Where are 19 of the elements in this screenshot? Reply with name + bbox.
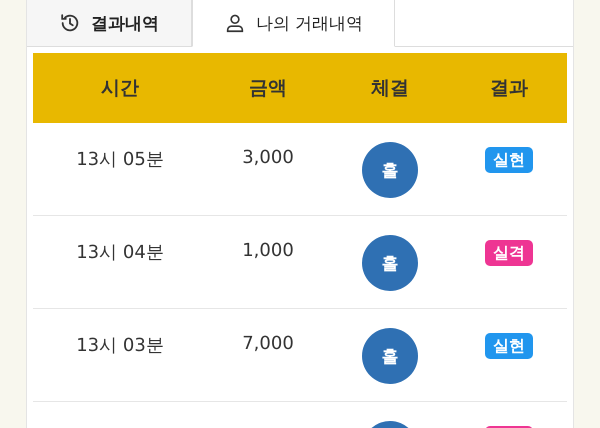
table-cell: 7,000	[242, 333, 294, 354]
table-cell-text: 13시 05분	[76, 148, 164, 171]
table-cell-text: 13시 04분	[76, 241, 164, 264]
result-badge: 실격	[485, 240, 533, 266]
fill-circle: 홀	[362, 235, 418, 291]
table-cell: 1,000	[242, 240, 294, 261]
table-cell-text: 13시 03분	[76, 334, 164, 357]
table-cell: 3,000	[242, 147, 294, 168]
tab[interactable]: 결과내역	[27, 0, 192, 47]
column-header: 체결	[371, 76, 409, 101]
result-badge: 실현	[485, 147, 533, 173]
fill-circle: 홀	[362, 328, 418, 384]
column-header: 시간	[101, 76, 139, 101]
fill-circle: 홀	[362, 142, 418, 198]
tab[interactable]: 나의 거래내역	[192, 0, 395, 47]
column-header: 결과	[490, 76, 528, 101]
history-icon	[59, 12, 81, 34]
column-header: 금액	[249, 76, 287, 101]
result-badge: 실현	[485, 333, 533, 359]
